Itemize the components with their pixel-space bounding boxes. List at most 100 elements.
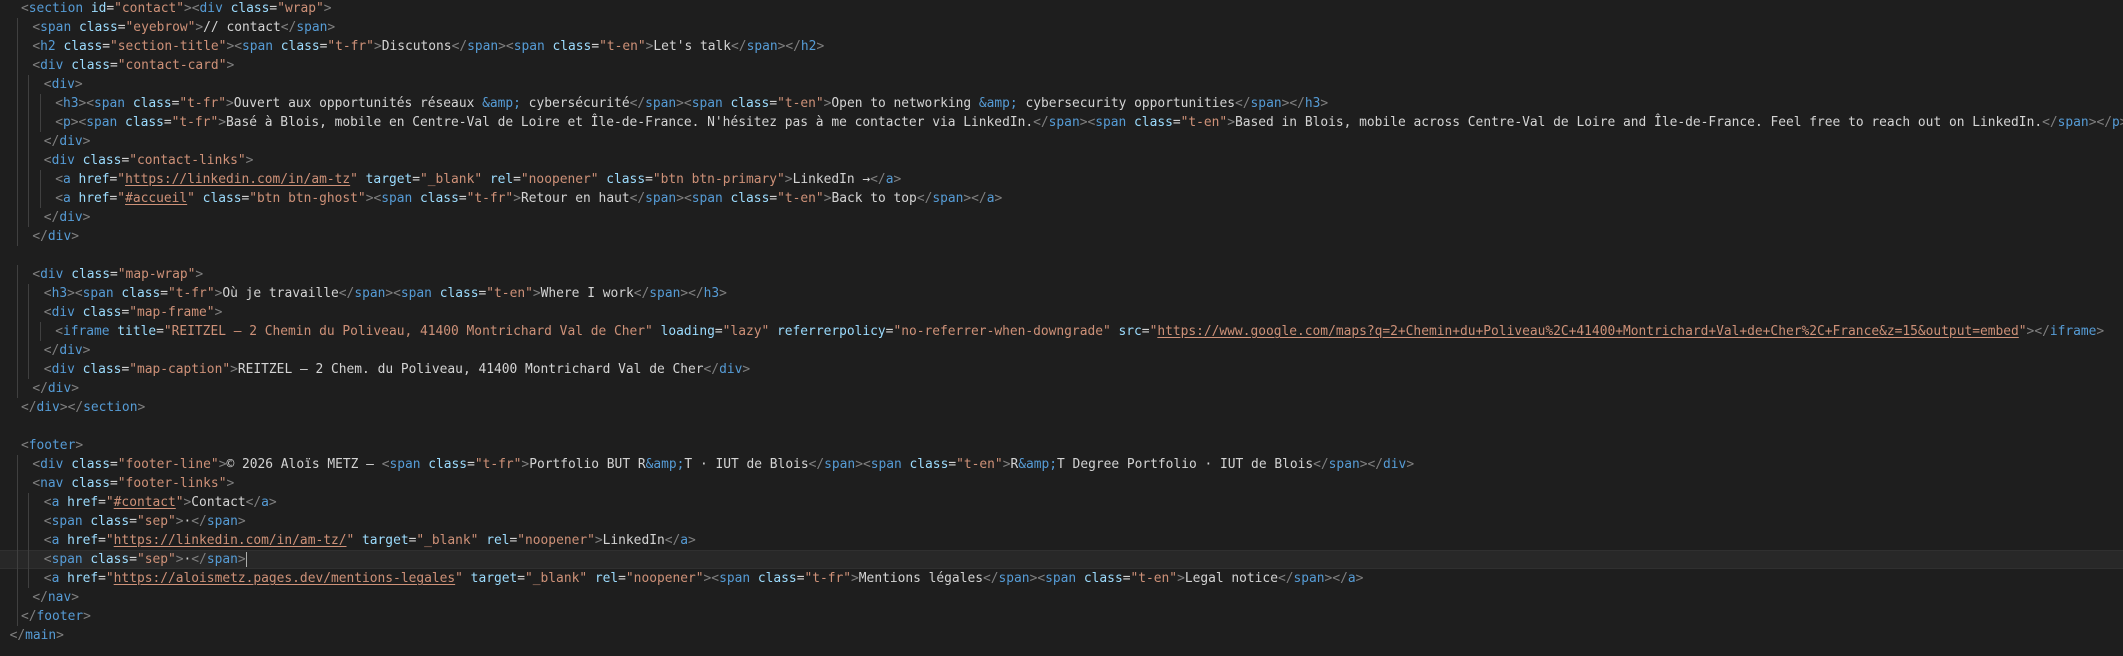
code-token: < — [55, 115, 63, 130]
code-token: < — [21, 438, 29, 453]
code-token[interactable]: #accueil — [125, 191, 187, 206]
code-token: &amp; — [978, 96, 1018, 111]
code-token: < — [21, 1, 29, 16]
code-token: > — [137, 400, 146, 415]
code-text: <footer> — [21, 436, 83, 455]
code-token: LinkedIn → — [792, 172, 871, 187]
code-token[interactable]: https://linkedin.com/in/am-tz — [125, 172, 350, 187]
code-token[interactable]: #contact — [114, 495, 176, 510]
code-line[interactable]: </main> — [0, 626, 2123, 645]
code-token: = — [98, 495, 106, 510]
code-token: = — [129, 552, 137, 567]
code-token: < — [43, 286, 52, 301]
indent-guide — [17, 455, 18, 474]
code-line[interactable] — [0, 417, 2123, 436]
code-token: src — [1110, 324, 1142, 339]
code-token: div — [59, 134, 83, 149]
code-line[interactable]: </div></section> — [0, 398, 2123, 417]
code-token: > — [214, 305, 223, 320]
code-token: LinkedIn — [602, 533, 665, 548]
indent-guide — [28, 189, 30, 208]
code-line[interactable]: </div> — [0, 208, 2123, 227]
code-token[interactable]: https://www.google.com/maps?q=2+Chemin+d… — [1157, 324, 2018, 339]
code-token: class — [74, 153, 122, 168]
indent-guide — [39, 322, 41, 341]
code-line[interactable]: </div> — [0, 341, 2123, 360]
code-token: div — [47, 381, 72, 396]
code-line[interactable]: <a href="#contact">Contact</a> — [0, 493, 2123, 512]
code-token: < — [43, 495, 52, 510]
code-line[interactable]: <nav class="footer-links"> — [0, 474, 2123, 493]
code-line[interactable]: </div> — [0, 379, 2123, 398]
code-token: > — [532, 286, 541, 301]
code-token: class — [273, 39, 320, 54]
code-line[interactable]: <div class="map-caption">REITZEL — 2 Che… — [0, 360, 2123, 379]
code-token: = — [110, 267, 118, 282]
code-token: </ — [43, 210, 60, 225]
code-token: < — [43, 362, 52, 377]
code-text: <div class="contact-card"> — [32, 56, 234, 75]
code-token: "t-en" — [486, 286, 533, 301]
code-line[interactable]: <h3><span class="t-fr">Ouvert aux opport… — [0, 94, 2123, 113]
code-line[interactable]: <section id="contact"><div class="wrap"> — [0, 0, 2123, 18]
code-line[interactable]: <p><span class="t-fr">Basé à Blois, mobi… — [0, 113, 2123, 132]
indent-guide — [17, 37, 18, 56]
code-token: " — [350, 172, 358, 187]
code-line[interactable]: <a href="https://linkedin.com/in/am-tz" … — [0, 170, 2123, 189]
code-line[interactable]: <footer> — [0, 436, 2123, 455]
code-token: REITZEL — 2 Chem. du Poliveau, 41400 Mon… — [237, 362, 704, 377]
code-line[interactable]: <iframe title="REITZEL — 2 Chemin du Pol… — [0, 322, 2123, 341]
code-token: "lazy" — [722, 324, 770, 339]
code-line[interactable]: <span class="sep">·</span> — [0, 512, 2123, 531]
indent-guide — [28, 94, 30, 113]
code-line[interactable]: </nav> — [0, 588, 2123, 607]
code-token: = — [591, 39, 600, 54]
code-line[interactable]: <a href="#accueil" class="btn btn-ghost"… — [0, 189, 2123, 208]
code-token: < — [43, 514, 52, 529]
code-text: <div class="map-caption">REITZEL — 2 Che… — [44, 360, 750, 379]
code-line[interactable]: <h3><span class="t-fr">Où je travaille</… — [0, 284, 2123, 303]
code-token: "noopener" — [520, 172, 599, 187]
code-token: > — [855, 457, 863, 472]
code-token: </ — [1235, 96, 1251, 111]
code-line[interactable]: <div class="contact-card"> — [0, 56, 2123, 75]
code-line[interactable]: </div> — [0, 227, 2123, 246]
code-line[interactable]: </footer> — [0, 607, 2123, 626]
code-token: class — [544, 39, 592, 54]
code-token[interactable]: https://linkedin.com/in/am-tz/ — [114, 533, 347, 548]
code-line[interactable]: <div class="contact-links"> — [0, 151, 2123, 170]
code-token[interactable]: https://aloismetz.pages.dev/mentions-leg… — [114, 571, 455, 586]
code-token: = — [618, 571, 626, 586]
code-token: span — [1328, 457, 1360, 472]
code-token: "btn btn-ghost" — [249, 191, 366, 206]
code-line[interactable]: <div class="map-wrap"> — [0, 265, 2123, 284]
code-token: h3 — [1304, 96, 1321, 111]
code-text: < a href="https://linkedin.com/in/am-tz/ "… — [44, 531, 696, 550]
code-line[interactable]: <div class="footer-line">© 2026 Aloïs ME… — [0, 455, 2123, 474]
code-editor[interactable]: <section id="contact"><div class="wrap">… — [0, 0, 2123, 656]
code-line-active[interactable]: <span class="sep">·</span> — [0, 550, 2123, 569]
code-line[interactable]: <a href="https://aloismetz.pages.dev/men… — [0, 569, 2123, 588]
code-token: " — [455, 571, 463, 586]
code-token: "map-frame" — [129, 305, 215, 320]
indent-guide — [28, 512, 30, 531]
code-line[interactable] — [0, 246, 2123, 265]
code-token: > — [323, 1, 332, 16]
code-token: = — [110, 58, 118, 73]
code-line[interactable]: <div class="map-frame"> — [0, 303, 2123, 322]
code-token: href — [70, 172, 110, 187]
code-line[interactable]: </div> — [0, 132, 2123, 151]
code-line[interactable]: <div> — [0, 75, 2123, 94]
code-line[interactable]: < a href="https://linkedin.com/in/am-tz/ "… — [0, 531, 2123, 550]
code-token: "sep" — [136, 514, 176, 529]
code-line[interactable]: <span class="eyebrow">// contact</span> — [0, 18, 2123, 37]
code-line[interactable]: <h2 class="section-title"><span class="t… — [0, 37, 2123, 56]
code-token: > — [893, 172, 902, 187]
code-token: span — [94, 96, 126, 111]
code-text: <div class="map-wrap"> — [32, 265, 203, 284]
code-token: </ — [1367, 457, 1384, 472]
code-token: = — [117, 20, 126, 35]
code-token: > — [373, 39, 382, 54]
code-token: " — [105, 533, 114, 548]
code-token: a — [1347, 571, 1356, 586]
